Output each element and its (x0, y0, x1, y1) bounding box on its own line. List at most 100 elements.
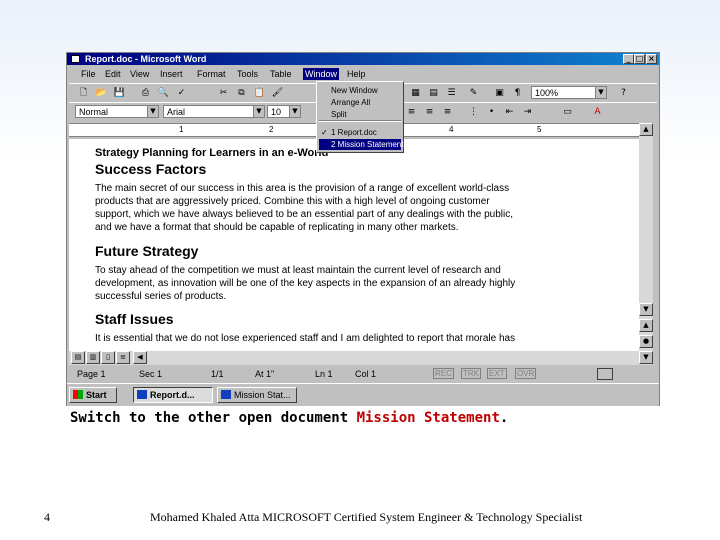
bullets-icon[interactable]: • (485, 106, 498, 118)
status-column: Col 1 (355, 369, 377, 379)
print-preview-icon[interactable]: 🔍 (157, 87, 170, 99)
menu-split[interactable]: Split (331, 110, 347, 119)
copy-icon[interactable]: ⧉ (235, 87, 248, 99)
paste-icon[interactable]: 📋 (253, 87, 266, 99)
status-page: Page 1 (77, 369, 106, 379)
status-ovr[interactable]: OVR (515, 368, 537, 379)
caption-suffix: . (499, 410, 509, 426)
font-select[interactable]: Arial ▼ (163, 105, 265, 118)
menu-bar: File Edit View Insert Format Tools Table… (67, 67, 659, 81)
chevron-down-icon: ▼ (595, 87, 606, 98)
word-window: Report.doc - Microsoft Word _ □ × File E… (66, 52, 660, 406)
status-line: Ln 1 (315, 369, 333, 379)
align-center-icon[interactable]: ≡ (405, 106, 418, 118)
zoom-select[interactable]: 100% ▼ (531, 86, 607, 99)
scroll-up-button[interactable]: ▲ (639, 123, 653, 136)
slide-number: 4 (44, 510, 50, 524)
menu-insert[interactable]: Insert (160, 69, 183, 79)
status-at: At 1" (255, 369, 275, 379)
show-hide-icon[interactable]: ¶ (511, 87, 524, 99)
menu-arrange-all[interactable]: Arrange All (331, 98, 370, 107)
doc-heading: Success Factors (95, 161, 207, 177)
next-page-button[interactable]: ▼ (639, 351, 653, 364)
numbering-icon[interactable]: ⋮ (467, 106, 480, 118)
font-size-select[interactable]: 10 ▼ (267, 105, 301, 118)
doc-line: and we have a format that should be capa… (95, 222, 459, 233)
style-select[interactable]: Normal ▼ (75, 105, 159, 118)
start-button[interactable]: Start (69, 387, 117, 403)
drawing-icon[interactable]: ✎ (467, 87, 480, 99)
status-ext[interactable]: EXT (487, 368, 507, 379)
status-bar: Page 1 Sec 1 1/1 At 1" Ln 1 Col 1 REC TR… (69, 368, 657, 381)
doc-line: successful series of products. (95, 291, 227, 302)
menu-help[interactable]: Help (347, 69, 366, 79)
menu-window[interactable]: Window (303, 68, 340, 80)
horizontal-scrollbar[interactable]: ▤ ▥ ▯ ≡ ◀ (69, 351, 639, 365)
doc-line: support, which we have always believed t… (95, 209, 514, 220)
help-icon[interactable]: ? (617, 87, 630, 99)
menu-new-window[interactable]: New Window (331, 86, 378, 95)
doc-line: products that are aggressively priced. C… (95, 196, 490, 207)
title-bar[interactable]: Report.doc - Microsoft Word _ □ × (67, 53, 659, 65)
menu-edit[interactable]: Edit (105, 69, 121, 79)
doc-line: It is essential that we do not lose expe… (95, 333, 516, 344)
outline-view-button[interactable]: ≡ (116, 351, 130, 364)
task-mission-statement[interactable]: Mission Stat... (217, 387, 297, 403)
menu-format[interactable]: Format (197, 69, 226, 79)
doc-line: To stay ahead of the competition we must… (95, 265, 501, 276)
menu-table[interactable]: Table (270, 69, 292, 79)
menu-doc-report[interactable]: 1 Report.doc (331, 128, 377, 137)
previous-page-button[interactable]: ▲ (639, 319, 653, 332)
font-color-icon[interactable]: A (591, 106, 604, 118)
normal-view-button[interactable]: ▤ (71, 351, 85, 364)
decrease-indent-icon[interactable]: ⇤ (503, 106, 516, 118)
doc-heading: Staff Issues (95, 311, 174, 327)
caption-text: Switch to the other open document Missio… (70, 410, 508, 426)
format-painter-icon[interactable]: 🖌 (271, 87, 284, 99)
checkmark-icon: ✓ (321, 128, 328, 137)
close-button[interactable]: × (646, 54, 657, 64)
table-icon[interactable]: ▦ (409, 87, 422, 99)
align-right-icon[interactable]: ≡ (423, 106, 436, 118)
document-map-icon[interactable]: ▣ (493, 87, 506, 99)
vertical-scrollbar[interactable]: ▲ ▼ ▲ ● ▼ (639, 123, 653, 365)
increase-indent-icon[interactable]: ⇥ (521, 106, 534, 118)
task-report[interactable]: Report.d... (133, 387, 213, 403)
page-view-button[interactable]: ▯ (101, 351, 115, 364)
maximize-button[interactable]: □ (634, 54, 645, 64)
minimize-button[interactable]: _ (623, 54, 634, 64)
cut-icon[interactable]: ✂ (217, 87, 230, 99)
open-icon[interactable]: 📂 (95, 87, 108, 99)
menu-view[interactable]: View (130, 69, 149, 79)
doc-line: development, as innovation will be one o… (95, 278, 516, 289)
caption-prefix: Switch to the other open document (70, 410, 357, 426)
menu-file[interactable]: File (81, 69, 96, 79)
save-icon[interactable]: 💾 (113, 87, 126, 99)
menu-doc-mission-statement[interactable]: 2 Mission Statement.doc (331, 140, 419, 149)
print-icon[interactable]: ⎙ (139, 87, 152, 99)
status-trk[interactable]: TRK (461, 368, 481, 379)
new-document-icon[interactable]: 🗋 (77, 87, 90, 99)
document-area[interactable]: Strategy Planning for Learners in an e-W… (69, 139, 639, 351)
justify-icon[interactable]: ≡ (441, 106, 454, 118)
doc-line: The main secret of our success in this a… (95, 183, 510, 194)
footer-text: Mohamed Khaled Atta MICROSOFT Certified … (150, 510, 583, 524)
spelling-status-icon[interactable] (597, 368, 613, 380)
status-rec[interactable]: REC (433, 368, 454, 379)
chevron-down-icon: ▼ (289, 106, 300, 117)
scroll-down-button[interactable]: ▼ (639, 303, 653, 316)
border-icon[interactable]: ▭ (561, 106, 574, 118)
caption-highlight: Mission Statement (356, 410, 500, 426)
start-label: Start (86, 390, 107, 400)
scroll-left-button[interactable]: ◀ (133, 351, 147, 364)
web-view-button[interactable]: ▥ (86, 351, 100, 364)
spelling-icon[interactable]: ✓ (175, 87, 188, 99)
select-browse-object-button[interactable]: ● (639, 335, 653, 348)
word-doc-icon (71, 55, 80, 63)
word-doc-icon (221, 390, 231, 399)
columns-icon[interactable]: ☰ (445, 87, 458, 99)
task-label: Report.d... (150, 390, 195, 400)
ruler-mark: 4 (449, 125, 454, 134)
excel-icon[interactable]: ▤ (427, 87, 440, 99)
menu-tools[interactable]: Tools (237, 69, 258, 79)
